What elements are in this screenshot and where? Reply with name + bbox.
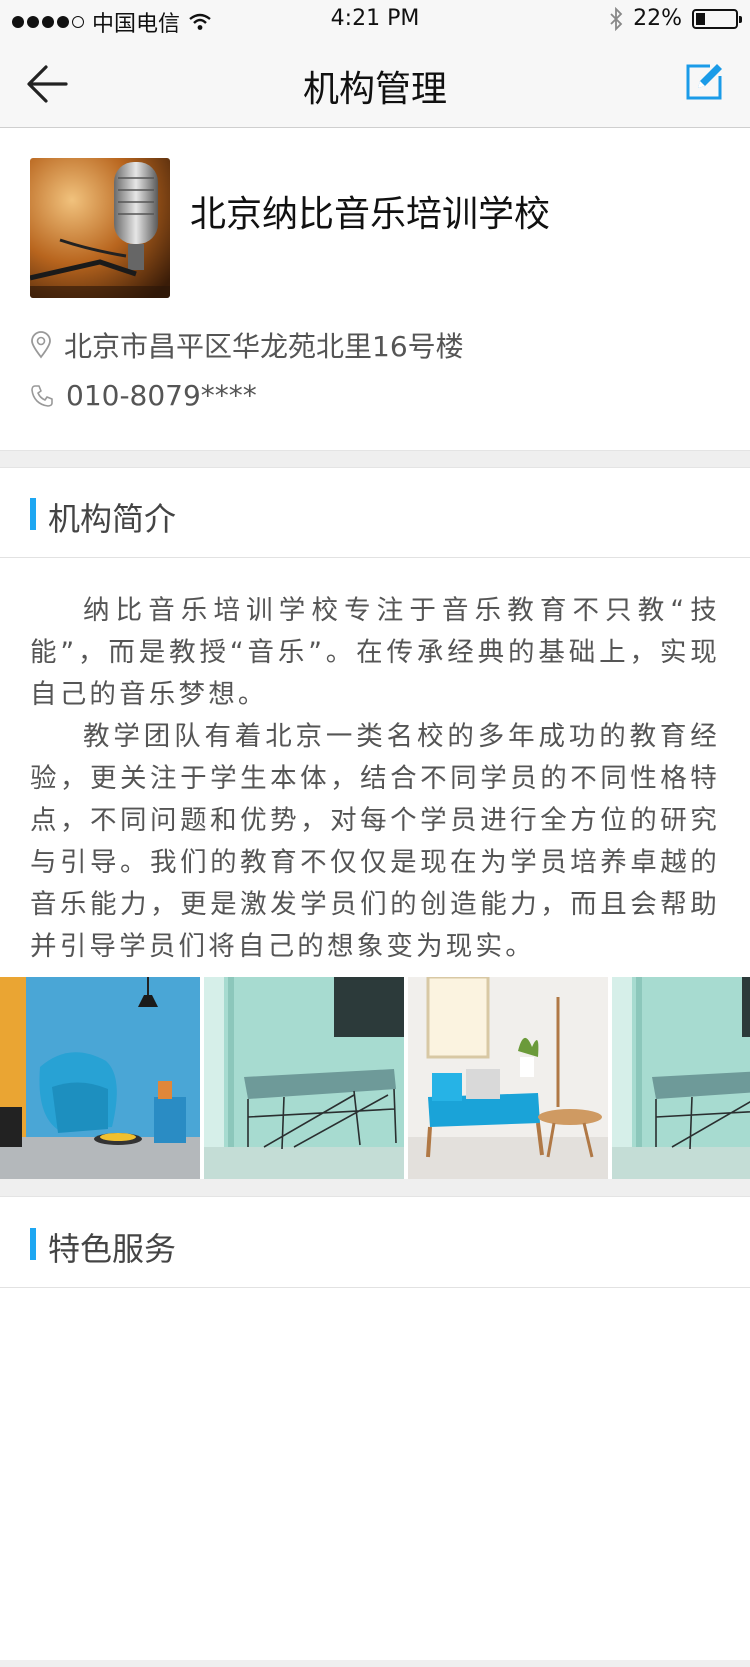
org-address: 北京市昌平区华龙苑北里16号楼 [64, 330, 464, 363]
org-name: 北京纳比音乐培训学校 [190, 194, 551, 235]
services-section-title: 特色服务 [48, 1230, 177, 1268]
intro-text: 纳比音乐培训学校专注于音乐教育不只教“技能”，而是教授“音乐”。在传承经典的基础… [30, 590, 720, 968]
gallery-photo[interactable] [0, 977, 200, 1179]
section-divider [0, 450, 750, 468]
photo-gallery[interactable] [0, 977, 750, 1179]
phone-row[interactable]: 010-8079**** [30, 379, 257, 412]
bottom-divider [0, 1660, 750, 1667]
intro-paragraph: 纳比音乐培训学校专注于音乐教育不只教“技能”，而是教授“音乐”。在传承经典的基础… [30, 595, 720, 710]
section-divider [0, 1179, 750, 1197]
battery-icon [692, 8, 742, 29]
phone-icon [31, 384, 53, 407]
org-phone[interactable]: 010-8079**** [66, 379, 257, 412]
intro-paragraph: 教学团队有着北京一类名校的多年成功的教育经验，更关注于学生本体，结合不同学员的不… [30, 721, 720, 962]
services-section-header: 特色服务 [0, 1198, 750, 1288]
intro-section-title: 机构简介 [48, 500, 177, 538]
org-header: 北京纳比音乐培训学校 北京市昌平区华龙苑北里16号楼 010-8079**** [0, 129, 750, 450]
section-accent-bar [30, 498, 36, 530]
intro-section-header: 机构简介 [0, 468, 750, 558]
gallery-photo[interactable] [204, 977, 404, 1179]
address-row: 北京市昌平区华龙苑北里16号楼 [30, 325, 464, 365]
location-pin-icon [31, 331, 51, 359]
gallery-photo[interactable] [408, 977, 608, 1179]
status-bar: 中国电信 4:21 PM 22% [0, 0, 750, 40]
nav-bar: 机构管理 [0, 40, 750, 128]
page-title: 机构管理 [302, 69, 447, 110]
edit-icon[interactable] [684, 62, 724, 102]
section-accent-bar [30, 1228, 36, 1260]
gallery-photo[interactable] [612, 977, 750, 1179]
battery-percent: 22% [633, 6, 682, 31]
bluetooth-icon [610, 6, 623, 31]
org-logo [30, 158, 170, 298]
